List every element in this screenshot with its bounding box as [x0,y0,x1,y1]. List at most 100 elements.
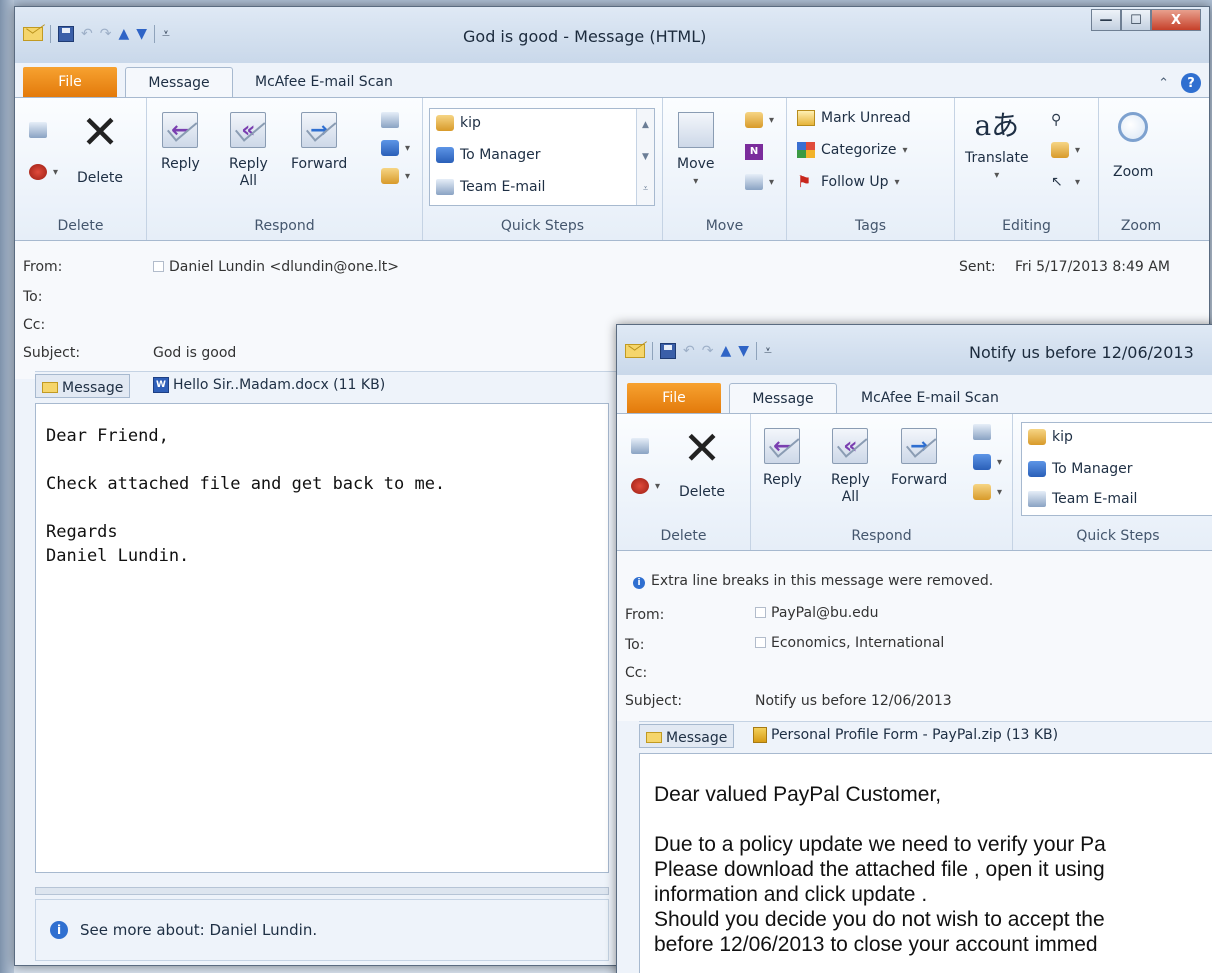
quick-step-label: To Manager [460,147,541,163]
delete-button[interactable]: ✕ Delete [679,425,725,501]
close-button[interactable]: X [1151,9,1201,31]
onenote-button[interactable]: N [745,144,763,160]
window-title: Notify us before 12/06/2013 [969,343,1194,362]
message-body-tab[interactable]: Message [639,724,735,748]
horizontal-scrollbar[interactable] [35,887,609,895]
reply-button[interactable]: ← Reply [763,428,802,489]
zoom-button[interactable]: Zoom [1113,112,1153,181]
attachment-zip[interactable]: Personal Profile Form - PayPal.zip (13 K… [753,727,1058,743]
message-tab-label: Message [666,729,728,746]
group-delete: ▾ ✕ Delete Delete [617,414,751,550]
redo-icon[interactable]: ↷ [702,342,714,360]
group-delete: ▾ ✕ Delete Delete [15,98,147,240]
tab-file[interactable]: File [627,383,721,413]
to-label: To: [625,637,645,653]
ignore-button[interactable] [631,438,649,454]
reply-all-icon: « [230,112,267,148]
cursor-icon: ↖ [1051,174,1063,190]
subject-label: Subject: [625,693,683,709]
to-manager-icon [436,147,454,163]
group-move: Move ▾ ▾ N ▾ Move [663,98,787,240]
minimize-button[interactable]: — [1091,9,1121,31]
tab-mcafee-email-scan[interactable]: McAfee E-mail Scan [847,383,1013,413]
people-pane[interactable]: i See more about: Daniel Lundin. [35,899,609,961]
delete-button[interactable]: ✕ Delete [77,109,123,187]
ignore-button[interactable] [29,122,47,138]
quick-steps-scroll[interactable]: ▲ ▼ ⩡ [636,109,654,205]
quick-step-team-email[interactable]: Team E-mail [436,179,545,195]
related-button[interactable]: ▾ [1051,142,1080,158]
sender-name: Daniel Lundin <dlundin@one.lt> [169,259,399,275]
scroll-down-icon[interactable]: ▼ [642,152,649,162]
more-respond-button[interactable]: ▾ [973,484,1002,500]
forward-button[interactable]: → Forward [891,428,947,489]
more-respond-icon [973,484,991,500]
save-icon[interactable] [660,343,676,359]
follow-up-button[interactable]: ⚑ Follow Up ▾ [797,174,900,191]
toolbar-separator [154,25,156,43]
reply-all-label-line1: Reply [229,156,268,172]
message-body[interactable]: Dear valued PayPal Customer, Due to a po… [639,753,1212,973]
from-value[interactable]: Daniel Lundin <dlundin@one.lt> [153,259,399,275]
mark-unread-button[interactable]: Mark Unread [797,110,911,126]
customize-toolbar-icon[interactable]: ⩡ [764,342,772,360]
im-button[interactable]: ▾ [973,454,1002,470]
tab-mcafee-email-scan[interactable]: McAfee E-mail Scan [241,67,407,97]
to-value[interactable]: Economics, International [755,635,944,651]
quick-step-kip[interactable]: kip [1028,429,1073,445]
forward-button[interactable]: → Forward [291,112,347,173]
junk-button[interactable]: ▾ [631,478,660,494]
meeting-button[interactable] [973,424,991,440]
next-item-icon[interactable]: ▼ [738,342,749,360]
customize-toolbar-icon[interactable]: ⩡ [162,25,170,43]
message-body-tab[interactable]: Message [35,374,131,398]
junk-button[interactable]: ▾ [29,164,58,180]
minimize-ribbon-icon[interactable]: ⌃ [1158,76,1169,91]
quick-step-to-manager[interactable]: To Manager [1028,461,1133,477]
maximize-button[interactable]: ☐ [1121,9,1151,31]
from-value[interactable]: PayPal@bu.edu [755,605,879,621]
tab-file[interactable]: File [23,67,117,97]
reply-button[interactable]: ← Reply [161,112,200,173]
group-label-move: Move [705,218,744,234]
quick-step-kip[interactable]: kip [436,115,481,131]
title-bar[interactable]: ↶ ↷ ▲ ▼ ⩡ God is good - Message (HTML) —… [15,7,1209,63]
tab-message[interactable]: Message [729,383,837,415]
reply-icon: ← [162,112,199,148]
quick-step-label: Team E-mail [460,179,546,195]
previous-item-icon[interactable]: ▲ [118,25,129,43]
quick-step-team-email[interactable]: Team E-mail [1028,491,1137,507]
attachment-docx[interactable]: W Hello Sir..Madam.docx (11 KB) [153,377,385,393]
info-icon: i [633,577,645,589]
scroll-up-icon[interactable]: ▲ [642,120,649,130]
reply-all-button[interactable]: « Reply All [229,112,268,190]
message-body[interactable]: Dear Friend, Check attached file and get… [35,403,609,873]
move-button[interactable]: Move ▾ [677,112,715,190]
actions-button[interactable]: ▾ [745,174,774,190]
next-item-icon[interactable]: ▼ [136,25,147,43]
save-icon[interactable] [58,26,74,42]
from-label: From: [23,259,63,275]
reply-all-button[interactable]: « Reply All [831,428,870,506]
expand-gallery-icon[interactable]: ⩡ [643,184,648,194]
group-label-delete: Delete [660,528,707,544]
translate-button[interactable]: aあ Translate ▾ [965,108,1029,184]
zoom-label: Zoom [1113,164,1154,180]
im-icon [381,140,399,156]
quick-step-to-manager[interactable]: To Manager [436,147,541,163]
redo-icon[interactable]: ↷ [100,25,112,43]
im-button[interactable]: ▾ [381,140,410,156]
previous-item-icon[interactable]: ▲ [720,342,731,360]
help-icon[interactable]: ? [1181,73,1201,93]
find-button[interactable]: ⚲ [1051,112,1069,128]
undo-icon[interactable]: ↶ [683,342,695,360]
rules-button[interactable]: ▾ [745,112,774,128]
meeting-button[interactable] [381,112,399,128]
more-respond-button[interactable]: ▾ [381,168,410,184]
tab-message[interactable]: Message [125,67,233,97]
select-button[interactable]: ↖ ▾ [1051,174,1080,190]
undo-icon[interactable]: ↶ [81,25,93,43]
title-bar[interactable]: ↶ ↷ ▲ ▼ ⩡ Notify us before 12/06/2013 [617,325,1212,375]
categorize-button[interactable]: Categorize ▾ [797,142,908,158]
cc-label: Cc: [23,317,46,333]
